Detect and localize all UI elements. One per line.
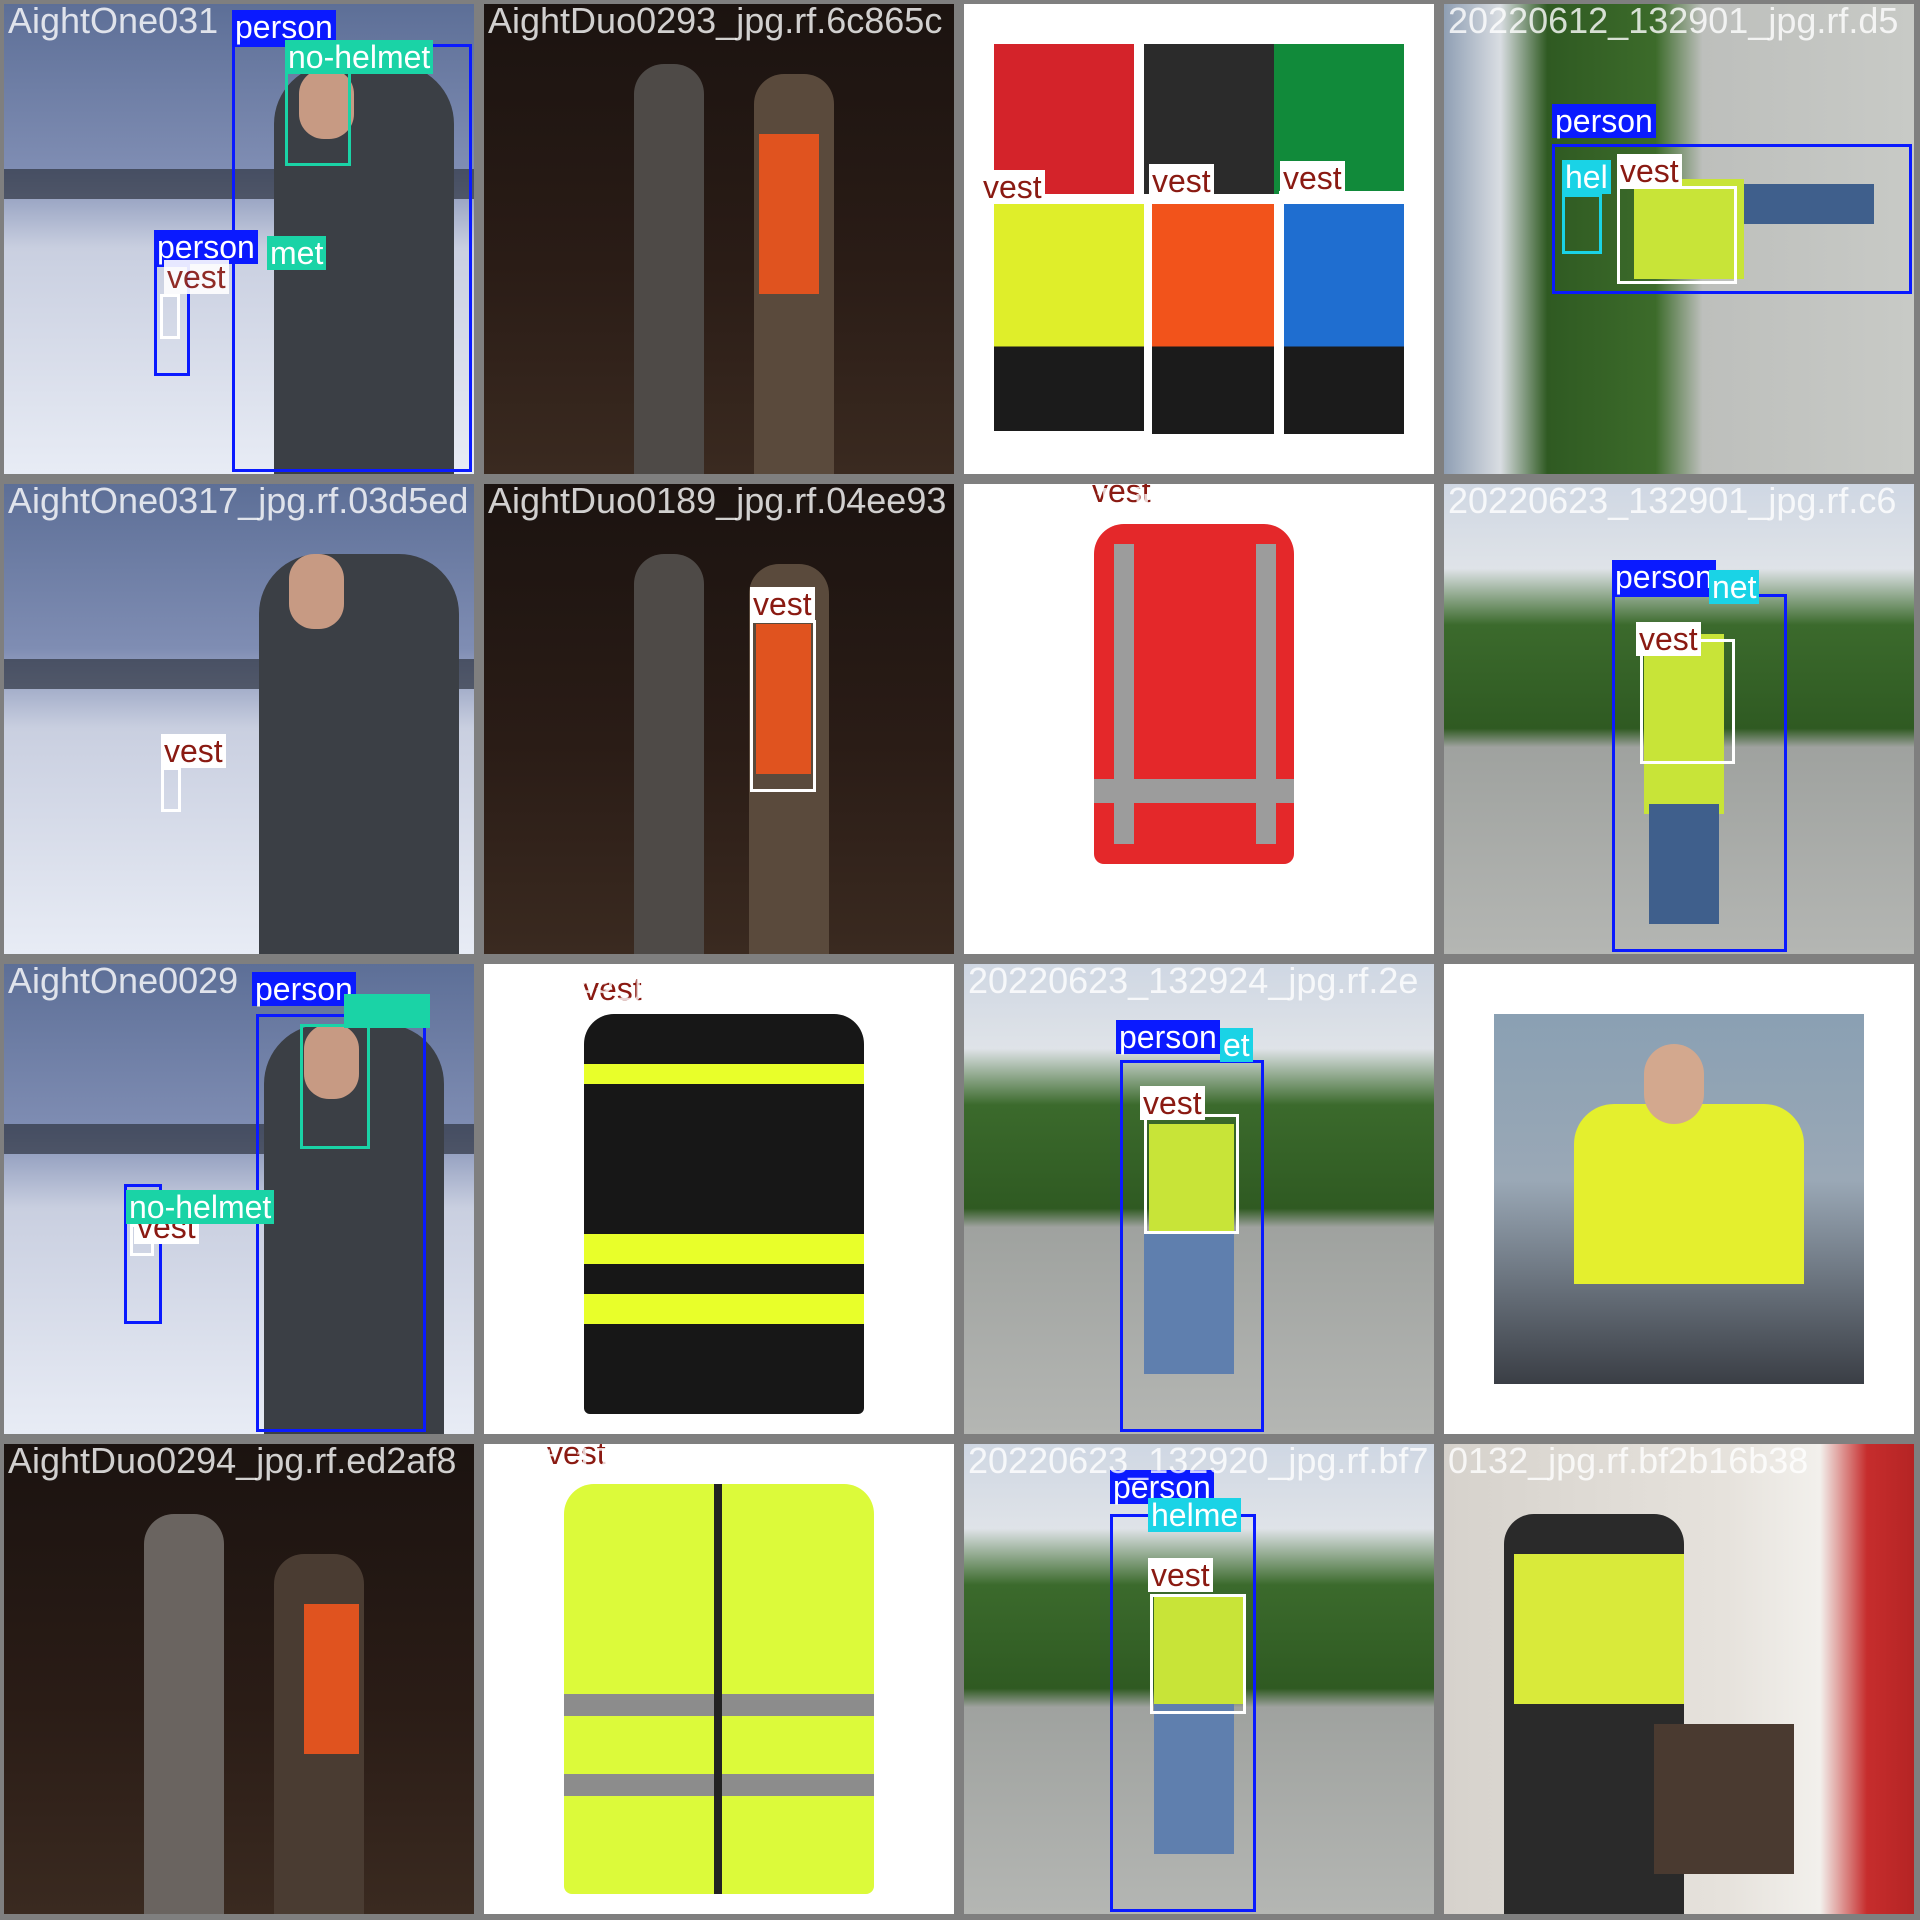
tile-12-photo: [1444, 964, 1914, 1434]
bbox-no-helmet: [300, 1024, 370, 1149]
label-vest: vest: [750, 587, 815, 621]
bbox-helmet: [1562, 194, 1602, 254]
bbox-vest: [750, 620, 816, 792]
bbox-vest: [1617, 186, 1737, 284]
tile-11: person et vest 20220623_132924_jpg.rf.2e: [964, 964, 1434, 1434]
tile-13: AightDuo0294_jpg.rf.ed2af8: [4, 1444, 474, 1914]
label-vest: vest: [1148, 1558, 1213, 1592]
tile-5-photo: [4, 484, 474, 954]
label-helmet: helme: [1148, 1498, 1242, 1532]
detection-mosaic: person no-helmet person met vest AightOn…: [0, 0, 1920, 1920]
label-person: person: [1552, 104, 1656, 138]
tile-10-photo: [484, 964, 954, 1434]
bbox-vest: [1149, 194, 1279, 439]
tile-4: person hel vest 20220612_132901_jpg.rf.d…: [1444, 4, 1914, 474]
tile-1: person no-helmet person met vest AightOn…: [4, 4, 474, 474]
label-vest: vest: [980, 170, 1045, 204]
label-helmet: et: [1220, 1028, 1253, 1062]
label-vest-small: vest: [164, 260, 229, 294]
tile-7: vest vest_2_1_jpeg: [964, 484, 1434, 954]
tile-3: vest vest vest vests_22_jpeg: [964, 4, 1434, 474]
tile-5: vest AightOne0317_jpg.rf.03d5ed: [4, 484, 474, 954]
label-helmet-small: met: [267, 236, 327, 270]
label-vest: vest: [1636, 622, 1701, 656]
bbox-vest: [161, 767, 181, 812]
label-no-helmet-small: no-helmet: [126, 1190, 275, 1224]
bbox-vest: [1144, 1114, 1239, 1234]
tile-16: 0132_jpg.rf.bf2b16b38: [1444, 1444, 1914, 1914]
label-vest: vest: [1617, 154, 1682, 188]
tile-8: person net vest 20220623_132901_jpg.rf.c…: [1444, 484, 1914, 954]
label-vest: vest: [1149, 164, 1214, 198]
bbox-vest: [1640, 639, 1735, 764]
label-person: person: [1612, 560, 1716, 594]
tile-16-photo: [1444, 1444, 1914, 1914]
tile-2-photo: [484, 4, 954, 474]
label-vest: vest: [1140, 1086, 1205, 1120]
label-no-helmet: [344, 994, 430, 1028]
label-vest: vest: [161, 734, 226, 768]
tile-14-photo: [484, 1444, 954, 1914]
label-helmet: net: [1709, 570, 1760, 604]
tile-12: b8003e5_jpg.rf.0996adb88fd16: [1444, 964, 1914, 1434]
tile-13-photo: [4, 1444, 474, 1914]
tile-14: vest vest_17_jpeg: [484, 1444, 954, 1914]
tile-9: person vest no-helmet AightOne0029: [4, 964, 474, 1434]
tile-10: vest vest_29_jpeg: [484, 964, 954, 1434]
bbox-vest: [984, 199, 1149, 434]
label-person: person: [252, 972, 356, 1006]
label-vest: vest: [1280, 161, 1345, 195]
tile-2: AightDuo0293_jpg.rf.6c865c: [484, 4, 954, 474]
tile-6-photo: [484, 484, 954, 954]
label-vest: vest: [580, 972, 645, 1006]
label-no-helmet: no-helmet: [285, 40, 434, 74]
tile-15: person helme vest 20220623_132920_jpg.rf…: [964, 1444, 1434, 1914]
label-person: person: [1116, 1020, 1220, 1054]
label-vest: vest: [544, 1444, 609, 1470]
bbox-vest: [1150, 1594, 1246, 1714]
label-vest: vest: [1089, 484, 1154, 508]
tile-6: vest AightDuo0189_jpg.rf.04ee93: [484, 484, 954, 954]
bbox-no-helmet: [285, 70, 351, 166]
bbox-vest: [1089, 519, 1301, 884]
bbox-vest: [1279, 191, 1407, 439]
label-helmet: hel: [1562, 160, 1611, 194]
bbox-vest-small: [160, 294, 180, 339]
